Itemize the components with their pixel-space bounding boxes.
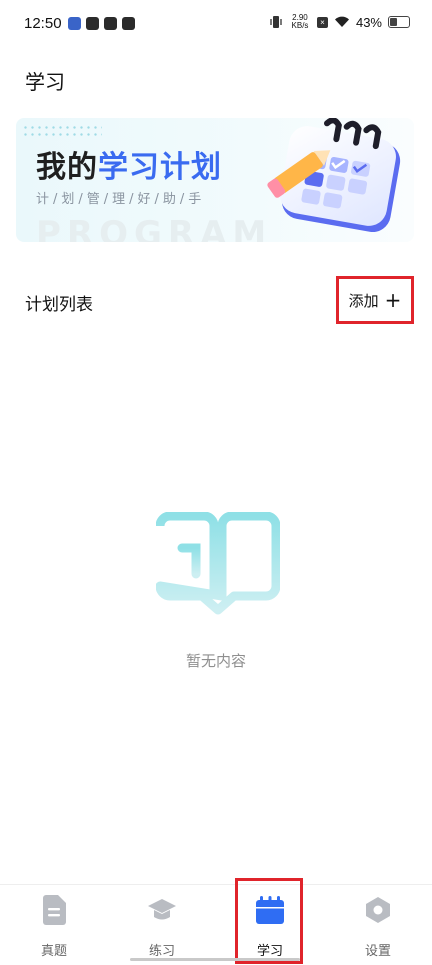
banner-title: 我的学习计划 xyxy=(36,142,222,186)
banner-subtitle: 计/划/管/理/好/助/手 xyxy=(36,192,206,207)
net-speed: 2.90 KB/s xyxy=(289,14,311,30)
tab-label: 真题 xyxy=(40,944,67,959)
open-book-icon xyxy=(156,512,280,615)
banner-dots-decoration xyxy=(22,124,102,138)
banner-title-accent: 学习计划 xyxy=(98,150,222,185)
banner-title-dark: 我的 xyxy=(36,150,98,185)
calendar-icon xyxy=(256,896,284,924)
no-sim-icon: × xyxy=(316,16,328,28)
app-notification-icon xyxy=(68,17,81,30)
plan-list-title: 计划列表 xyxy=(25,295,93,315)
add-plan-button[interactable]: 添加 + xyxy=(336,276,414,324)
tab-shezhi[interactable]: 设置 xyxy=(324,885,432,965)
mail-icon xyxy=(86,17,99,30)
tab-label: 设置 xyxy=(364,944,391,959)
empty-state-text: 暂无内容 xyxy=(185,652,246,670)
study-plan-banner: PROGRAM 我的学习计划 计/划/管/理/好/助/手 xyxy=(16,118,414,242)
add-plan-label: 添加 xyxy=(348,291,379,310)
bottom-tab-bar: 真题 练习 学习 设置 xyxy=(0,884,432,965)
hexagon-settings-icon xyxy=(366,897,390,923)
tab-label: 学习 xyxy=(256,944,283,959)
tab-xuexi[interactable]: 学习 xyxy=(216,885,324,965)
tab-lianxi[interactable]: 练习 xyxy=(108,885,216,965)
link-icon xyxy=(104,17,117,30)
calendar-pencil-illustration xyxy=(267,118,401,233)
notification-icons xyxy=(68,17,135,30)
vibrate-icon xyxy=(270,16,282,28)
battery-icon xyxy=(388,16,410,28)
page-title: 学习 xyxy=(25,70,65,94)
status-bar: 12:50 2.90 KB/s × 43% xyxy=(0,0,432,50)
status-time: 12:50 xyxy=(24,15,62,32)
tab-label: 练习 xyxy=(148,944,175,959)
document-icon xyxy=(43,895,66,925)
battery-percent: 43% xyxy=(355,14,382,30)
wifi-icon xyxy=(334,16,349,27)
graduation-cap-icon xyxy=(148,899,176,920)
home-indicator[interactable] xyxy=(130,958,300,961)
status-right: 2.90 KB/s × 43% xyxy=(269,14,410,30)
tiktok-icon xyxy=(122,17,135,30)
banner-watermark: PROGRAM xyxy=(36,214,273,242)
net-speed-unit: KB/s xyxy=(291,21,309,30)
plus-icon: + xyxy=(384,288,402,312)
tab-zhenti[interactable]: 真题 xyxy=(0,885,108,965)
